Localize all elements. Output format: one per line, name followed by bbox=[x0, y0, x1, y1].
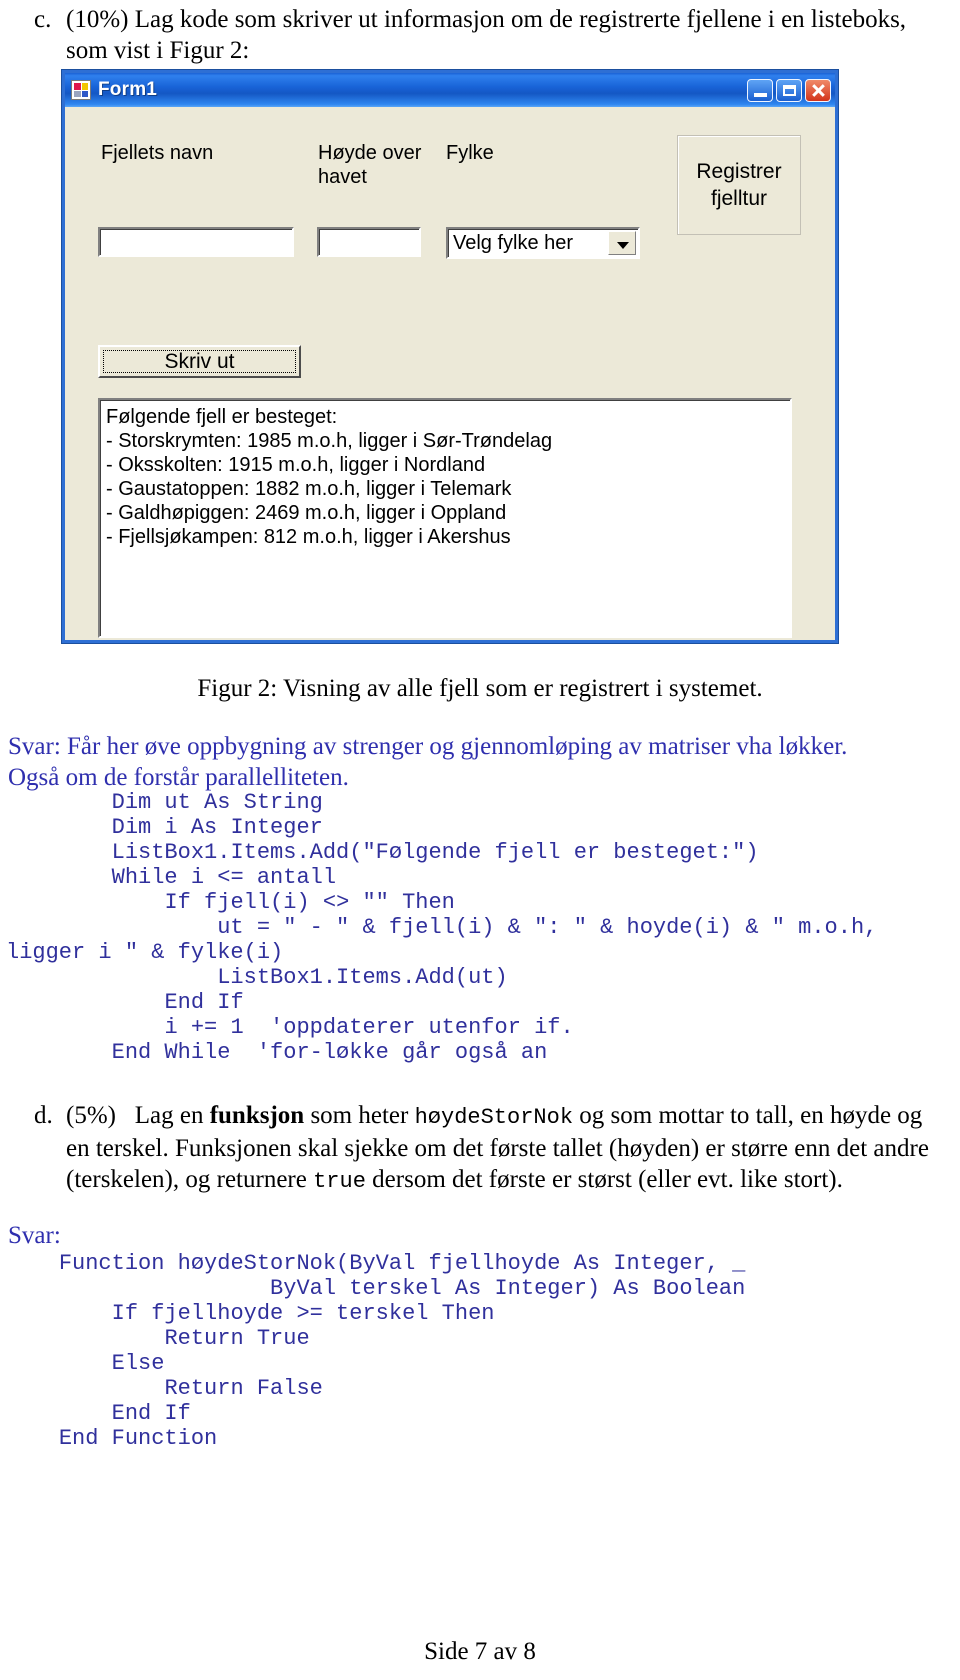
chevron-down-icon[interactable] bbox=[608, 231, 636, 255]
question-d-mono-1: høydeStorNok bbox=[414, 1105, 574, 1130]
register-panel-label: Registrer fjelltur bbox=[696, 160, 782, 210]
vb-form-window: Form1 Fjellets navn Høyde over havet Fyl… bbox=[62, 70, 838, 643]
question-d-text-4: dersom det første er størst (eller evt. … bbox=[365, 1166, 843, 1193]
question-d: d. (5%) Lag en funksjon som heter høydeS… bbox=[0, 1100, 960, 1197]
question-d-body: (5%) Lag en funksjon som heter høydeStor… bbox=[66, 1100, 934, 1197]
height-input[interactable] bbox=[317, 227, 421, 257]
answer-c-code: Dim ut As String Dim i As Integer ListBo… bbox=[6, 790, 878, 1065]
question-d-text-2: som heter bbox=[304, 1102, 415, 1129]
caption-buttons bbox=[747, 78, 831, 102]
county-combobox-value: Velg fylke her bbox=[453, 231, 574, 254]
question-c-text: Lag kode som skriver ut informasjon om d… bbox=[66, 6, 907, 64]
list-item[interactable]: - Fjellsjøkampen: 812 m.o.h, ligger i Ak… bbox=[106, 525, 786, 549]
answer-d-code: Function høydeStorNok(ByVal fjellhoyde A… bbox=[58, 1251, 746, 1451]
document-page: c. (10%) Lag kode som skriver ut informa… bbox=[0, 0, 960, 1680]
name-input[interactable] bbox=[98, 227, 294, 257]
question-d-label: d. bbox=[34, 1102, 53, 1129]
form-titlebar: Form1 bbox=[65, 73, 835, 107]
question-d-mono-2: true bbox=[313, 1169, 366, 1194]
answer-d-svar-label: Svar: bbox=[8, 1222, 61, 1249]
minimize-icon[interactable] bbox=[747, 78, 773, 102]
question-d-text-1: Lag en bbox=[134, 1102, 210, 1129]
maximize-icon[interactable] bbox=[776, 78, 802, 102]
answer-c-prose-line1: Svar: Får her øve oppbygning av strenger… bbox=[8, 733, 848, 760]
label-fylke: Fylke bbox=[446, 142, 494, 164]
list-item[interactable]: - Galdhøpiggen: 2469 m.o.h, ligger i Opp… bbox=[106, 501, 786, 525]
list-item[interactable]: - Oksskolten: 1915 m.o.h, ligger i Nordl… bbox=[106, 453, 786, 477]
label-fjellets-navn: Fjellets navn bbox=[101, 142, 214, 164]
question-c: c. (10%) Lag kode som skriver ut informa… bbox=[0, 4, 960, 66]
result-listbox[interactable]: Følgende fjell er besteget: - Storskrymt… bbox=[98, 398, 792, 638]
answer-c-prose-line2: Også om de forstår parallelliteten. bbox=[8, 764, 349, 791]
question-d-bold-word: funksjon bbox=[209, 1102, 305, 1129]
app-icon bbox=[71, 80, 91, 100]
question-c-percent: (10%) bbox=[66, 6, 129, 33]
answer-c-prose: Svar: Får her øve oppbygning av strenger… bbox=[8, 731, 952, 793]
county-combobox[interactable]: Velg fylke her bbox=[446, 227, 640, 259]
register-panel[interactable]: Registrer fjelltur bbox=[677, 135, 801, 235]
list-item[interactable]: - Gaustatoppen: 1882 m.o.h, ligger i Tel… bbox=[106, 477, 786, 501]
page-footer: Side 7 av 8 bbox=[424, 1638, 536, 1665]
list-item[interactable]: - Storskrymten: 1985 m.o.h, ligger i Sør… bbox=[106, 429, 786, 453]
figure-2-screenshot: Form1 Fjellets navn Høyde over havet Fyl… bbox=[62, 70, 838, 643]
figure-caption: Figur 2: Visning av alle fjell som er re… bbox=[197, 675, 763, 702]
list-item[interactable]: Følgende fjell er besteget: bbox=[106, 405, 786, 429]
label-hoyde-over-havet: Høyde over havet bbox=[318, 142, 422, 188]
form-title: Form1 bbox=[98, 79, 158, 100]
question-c-label: c. bbox=[34, 6, 52, 33]
question-d-percent: (5%) bbox=[66, 1102, 116, 1129]
print-button-label: Skriv ut bbox=[164, 349, 235, 373]
question-c-body: (10%) Lag kode som skriver ut informasjo… bbox=[66, 4, 934, 66]
close-icon[interactable] bbox=[805, 78, 831, 102]
form-client-area: Fjellets navn Høyde over havet Fylke Vel… bbox=[65, 107, 835, 640]
print-button[interactable]: Skriv ut bbox=[98, 345, 301, 378]
